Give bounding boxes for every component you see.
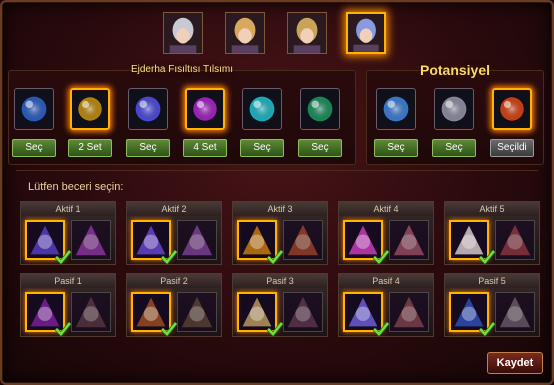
active-skill-slot-2: Aktif 2 xyxy=(126,201,222,265)
passive-skill-icon-alternate[interactable] xyxy=(283,292,323,332)
active-skill-label: Aktif 1 xyxy=(21,202,115,216)
moon-icon[interactable] xyxy=(14,88,54,130)
checkmark-icon xyxy=(478,321,496,337)
talisman-title: Ejderha Fısıltısı Tılsımı xyxy=(130,64,234,75)
purple-orb-icon[interactable] xyxy=(185,88,225,130)
talisman-select-button-5[interactable]: Seç xyxy=(240,139,284,157)
syringe-icon[interactable] xyxy=(376,88,416,130)
passive-skill-icon-alternate[interactable] xyxy=(177,292,217,332)
active-skill-icon-alternate[interactable] xyxy=(495,220,535,260)
passive-skill-label: Pasif 3 xyxy=(233,274,327,288)
passive-skill-label: Pasif 5 xyxy=(445,274,539,288)
flame-sword-icon[interactable] xyxy=(492,88,532,130)
passive-skill-slot-4: Pasif 4 xyxy=(338,273,434,337)
passive-skill-label: Pasif 2 xyxy=(127,274,221,288)
active-skill-label: Aktif 5 xyxy=(445,202,539,216)
potential-select-button-3[interactable]: Seçildi xyxy=(490,139,534,157)
talisman-select-button-6[interactable]: Seç xyxy=(298,139,342,157)
active-skill-slot-1: Aktif 1 xyxy=(20,201,116,265)
skills-prompt: Lütfen beceri seçin: xyxy=(28,181,124,193)
talisman-select-button-1[interactable]: Seç xyxy=(12,139,56,157)
character-portrait-white-hair-warrior[interactable] xyxy=(163,12,203,54)
passive-skill-label: Pasif 4 xyxy=(339,274,433,288)
character-portrait-blonde-warrior[interactable] xyxy=(225,12,265,54)
green-orb-icon[interactable] xyxy=(300,88,340,130)
passive-skill-slot-5: Pasif 5 xyxy=(444,273,540,337)
passive-skill-icon-alternate[interactable] xyxy=(495,292,535,332)
checkmark-icon xyxy=(54,321,72,337)
passive-skill-label: Pasif 1 xyxy=(21,274,115,288)
potential-select-button-1[interactable]: Seç xyxy=(374,139,418,157)
character-portrait-blonde-mage[interactable] xyxy=(287,12,327,54)
potential-title: Potansiyel xyxy=(419,62,491,78)
talisman-select-button-4[interactable]: 4 Set xyxy=(183,139,227,157)
active-skill-slot-5: Aktif 5 xyxy=(444,201,540,265)
passive-skill-slot-3: Pasif 3 xyxy=(232,273,328,337)
tornado-icon[interactable] xyxy=(434,88,474,130)
checkmark-icon xyxy=(372,249,390,265)
checkmark-icon xyxy=(266,249,284,265)
active-skill-slot-3: Aktif 3 xyxy=(232,201,328,265)
checkmark-icon xyxy=(266,321,284,337)
active-skill-icon-alternate[interactable] xyxy=(177,220,217,260)
passive-skill-slot-1: Pasif 1 xyxy=(20,273,116,337)
checkmark-icon xyxy=(160,321,178,337)
gold-crystal-icon[interactable] xyxy=(70,88,110,130)
character-portrait-horned-demon[interactable] xyxy=(346,12,386,54)
active-skill-icon-alternate[interactable] xyxy=(71,220,111,260)
active-skill-slot-4: Aktif 4 xyxy=(338,201,434,265)
active-skill-label: Aktif 2 xyxy=(127,202,221,216)
potential-select-button-2[interactable]: Seç xyxy=(432,139,476,157)
active-skill-label: Aktif 3 xyxy=(233,202,327,216)
active-skill-icon-alternate[interactable] xyxy=(389,220,429,260)
blue-orb-icon[interactable] xyxy=(128,88,168,130)
checkmark-icon xyxy=(54,249,72,265)
save-button[interactable]: Kaydet xyxy=(487,352,543,374)
active-skill-label: Aktif 4 xyxy=(339,202,433,216)
checkmark-icon xyxy=(160,249,178,265)
talisman-select-button-2[interactable]: 2 Set xyxy=(68,139,112,157)
active-skill-icon-alternate[interactable] xyxy=(283,220,323,260)
talisman-select-button-3[interactable]: Seç xyxy=(126,139,170,157)
divider xyxy=(16,170,538,171)
passive-skill-slot-2: Pasif 2 xyxy=(126,273,222,337)
passive-skill-icon-alternate[interactable] xyxy=(389,292,429,332)
checkmark-icon xyxy=(478,249,496,265)
checkmark-icon xyxy=(372,321,390,337)
passive-skill-icon-alternate[interactable] xyxy=(71,292,111,332)
cyan-orb-icon[interactable] xyxy=(242,88,282,130)
